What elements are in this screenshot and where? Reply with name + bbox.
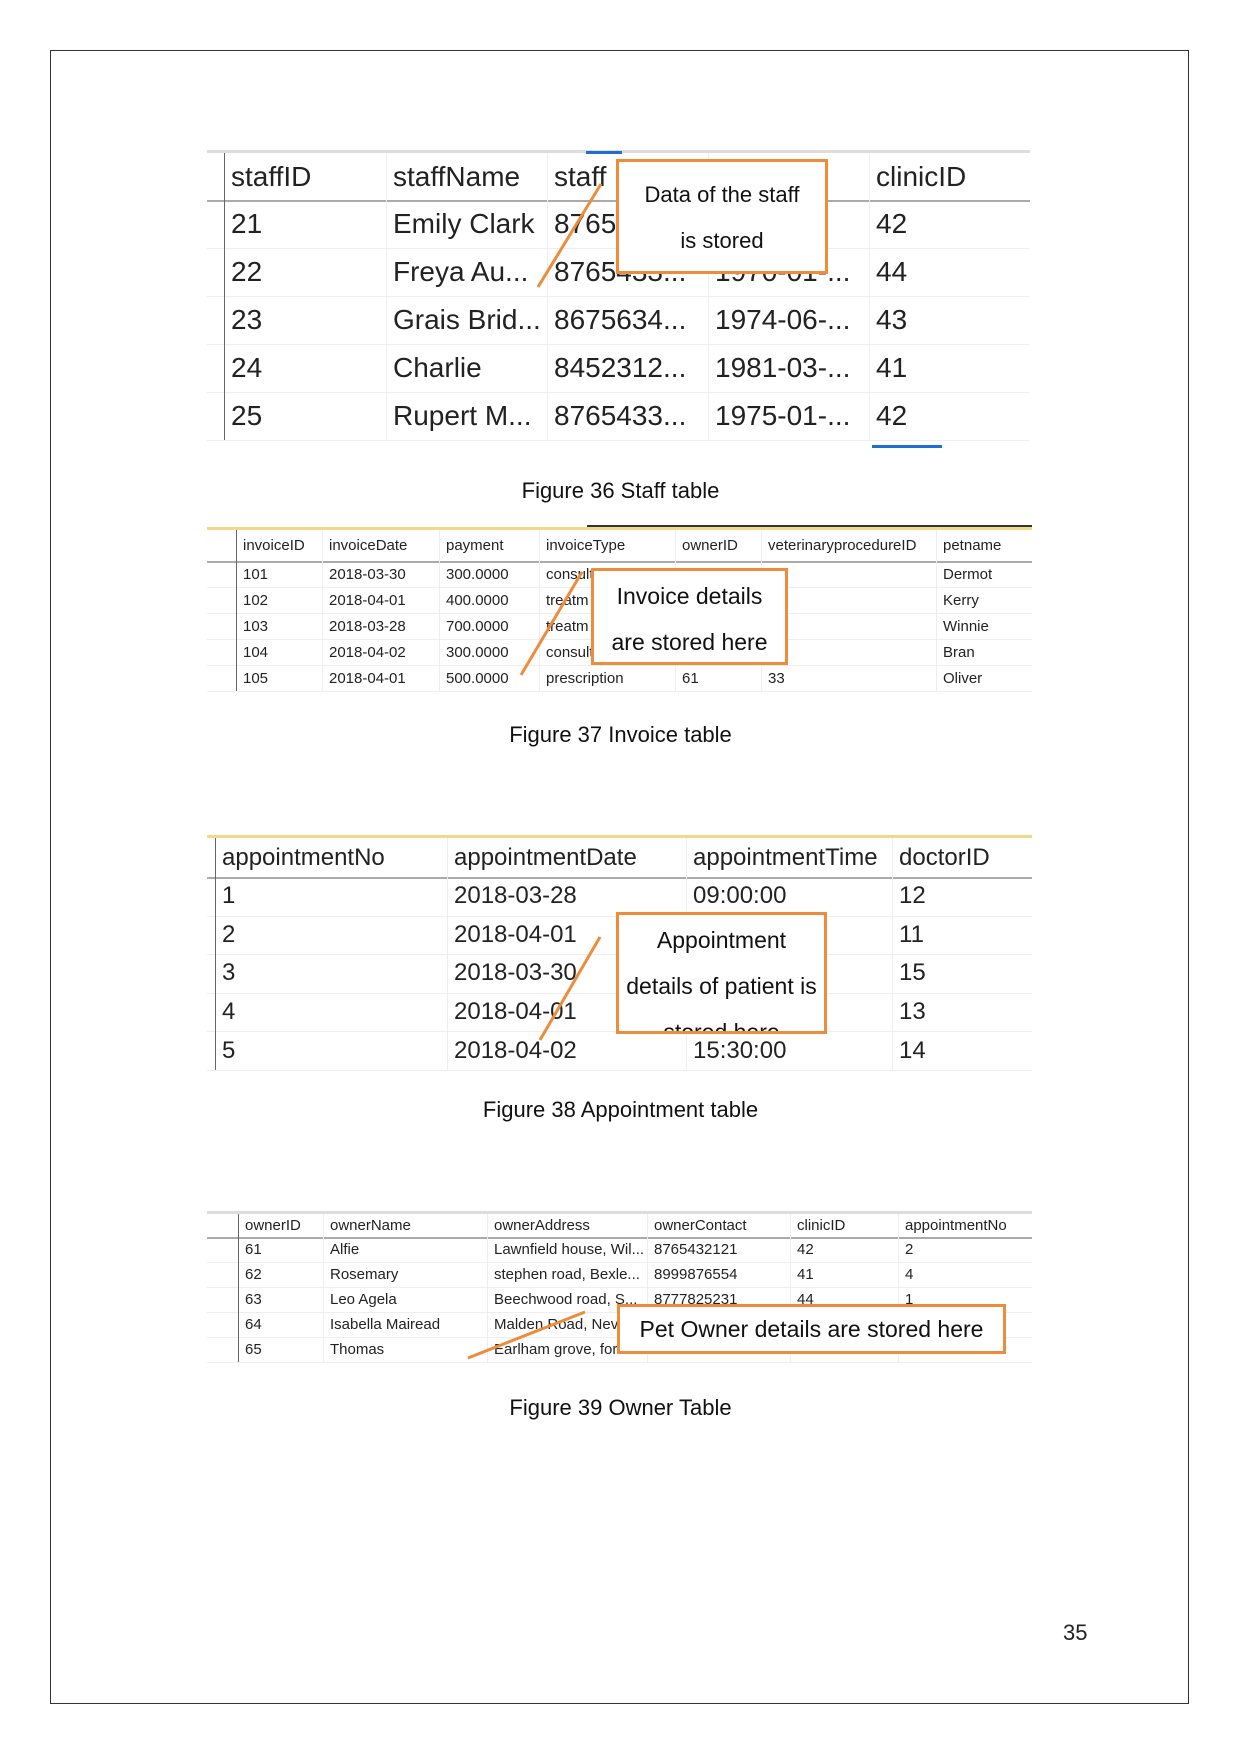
owner-callout-pointer xyxy=(467,1310,586,1360)
invoice-callout-pointer xyxy=(519,571,584,676)
staff-callout: Data of the staff is stored xyxy=(616,159,828,274)
appointment-callout-pointer xyxy=(538,936,602,1041)
invoice-callout: Invoice details are stored here xyxy=(591,568,788,665)
page-number: 35 xyxy=(1063,1620,1088,1645)
staff-callout-pointer xyxy=(536,183,603,288)
appointment-callout: Appointment details of patient is stored… xyxy=(616,912,827,1034)
document-page: staffIDstaffNamestaffBclinicID21Emily Cl… xyxy=(0,0,1241,1754)
owner-callout: Pet Owner details are stored here xyxy=(617,1304,1006,1354)
